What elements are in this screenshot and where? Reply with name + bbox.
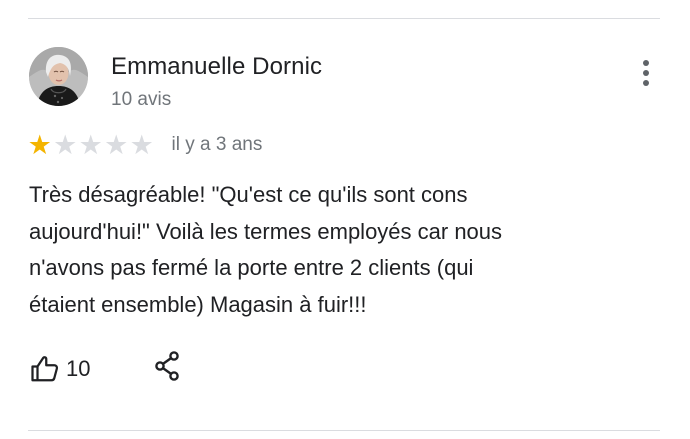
avatar[interactable] [29,47,88,106]
rating-row: ★ ★ ★ ★ ★ il y a 3 ans [27,131,263,159]
bottom-divider [28,430,660,431]
more-vert-icon [643,60,649,86]
star-empty-icon: ★ [104,130,129,160]
star-empty-icon: ★ [129,130,154,160]
author-review-count[interactable]: 10 avis [111,89,171,111]
star-empty-icon: ★ [53,130,78,160]
share-icon [155,351,179,381]
star-filled-icon: ★ [27,130,52,160]
share-button[interactable] [152,350,182,382]
thumbs-up-icon [31,356,59,382]
like-count: 10 [66,356,91,381]
more-options-button[interactable] [632,55,660,91]
review-text: Très désagréable! "Qu'est ce qu'ils sont… [29,182,503,317]
like-button[interactable]: 10 [30,352,90,386]
top-divider [28,18,660,19]
star-empty-icon: ★ [78,130,103,160]
author-name[interactable]: Emmanuelle Dornic [111,53,322,81]
review-date: il y a 3 ans [171,134,263,155]
star-rating: ★ ★ ★ ★ ★ [27,131,155,159]
